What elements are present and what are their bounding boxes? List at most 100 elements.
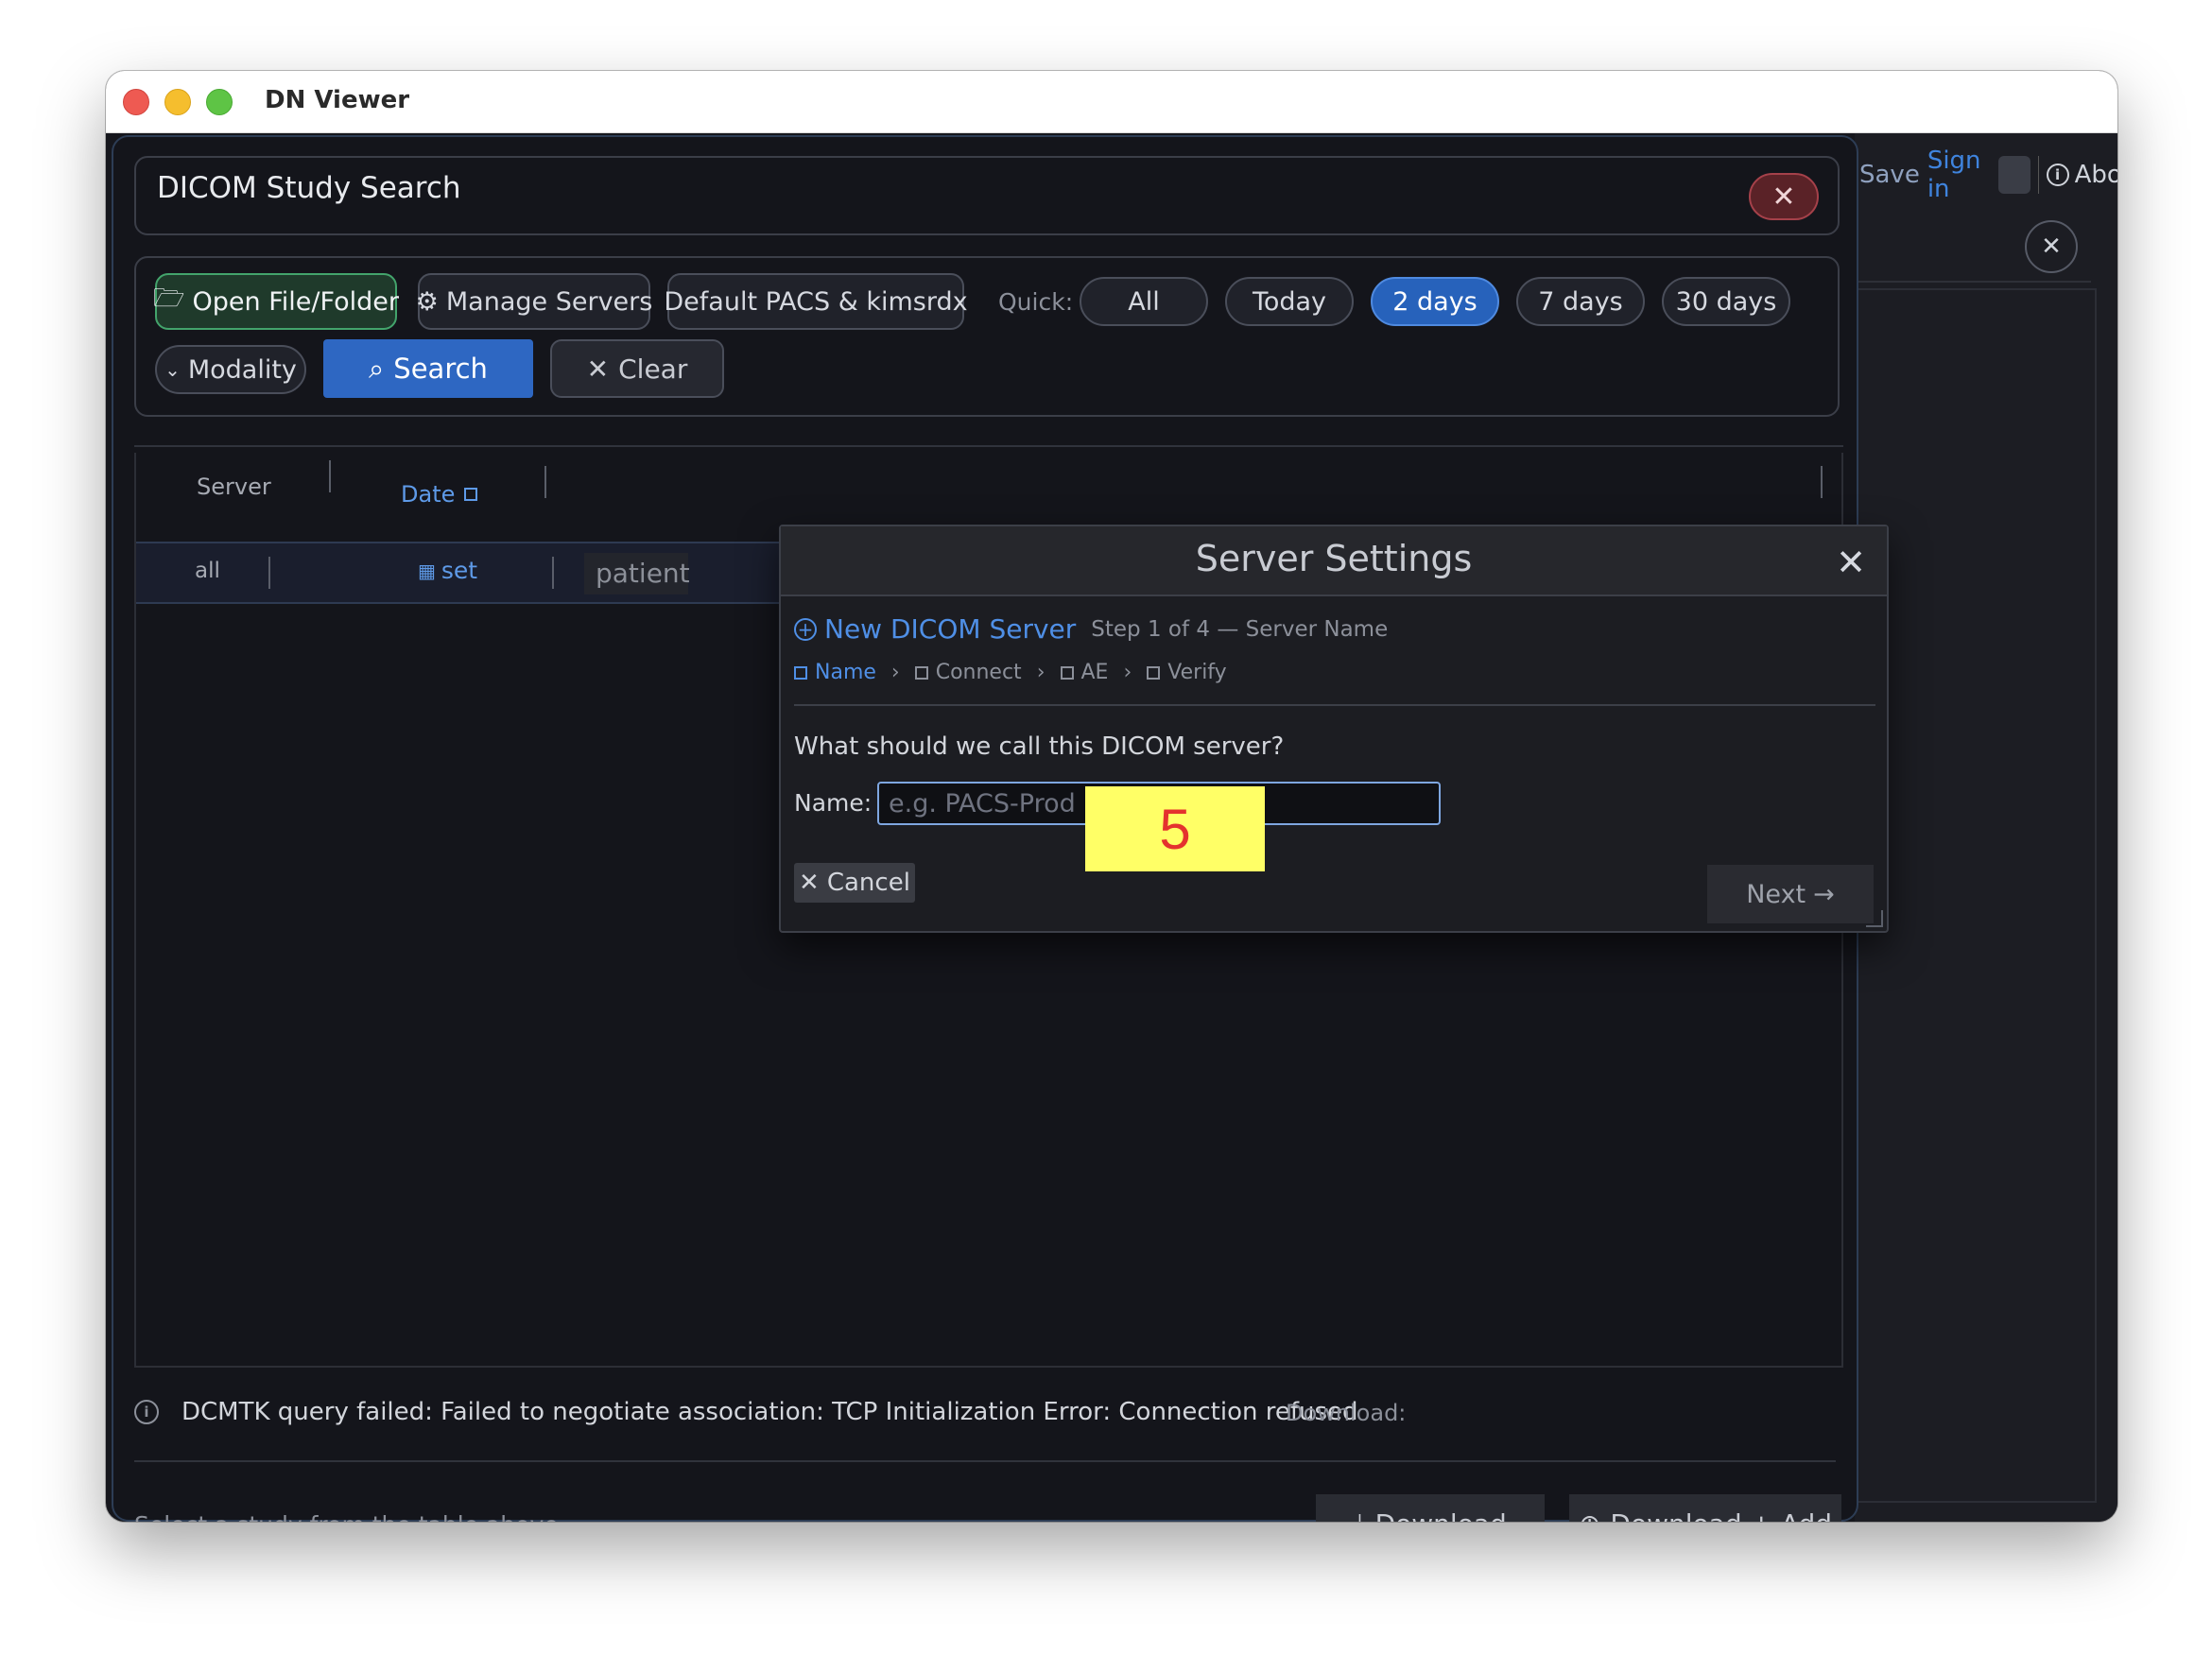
chevron-right-icon: › [1123,661,1132,684]
chevron-right-icon: › [890,661,900,684]
open-file-folder-button[interactable]: 🗁 Open File/Folder [153,273,399,330]
minimize-window-button[interactable] [164,89,191,115]
step-ae-label: AE [1080,661,1109,684]
next-button[interactable]: Next → [1707,865,1874,923]
download-add-button[interactable]: ⊕ Download + Add [1569,1494,1841,1522]
column-header-server[interactable]: Server [197,474,271,500]
status-message: DCMTK query failed: Failed to negotiate … [181,1398,1358,1426]
checkbox-icon [914,665,928,680]
checkbox-icon [794,665,807,680]
step-verify-label: Verify [1167,661,1227,684]
info-icon: i [2046,164,2069,186]
step-name[interactable]: Name [794,661,876,684]
selection-hint: Select a study from the table above [134,1511,559,1522]
checkbox-icon [1060,665,1074,680]
column-divider[interactable] [329,460,331,492]
server-filter[interactable]: all [195,559,220,583]
quick-all-button[interactable]: All [1080,277,1208,326]
save-link[interactable]: Save [1859,161,1920,189]
download-status-label: Download: [1286,1400,1407,1426]
search-icon: ⌕ [369,352,385,385]
server-settings-dialog: Server Settings ✕ + New DICOM Server Ste… [779,525,1889,933]
column-divider[interactable] [544,466,546,498]
info-icon: i [134,1400,159,1424]
title-bar: DN Viewer [106,71,2117,133]
divider [794,704,1875,706]
page-title: DICOM Study Search [157,171,461,205]
modality-dropdown[interactable]: ⌄ Modality [155,345,306,394]
quick-label: Quick: [998,288,1074,316]
account-dropdown[interactable] [1998,156,2031,194]
resize-grip[interactable] [1866,910,1883,927]
zoom-window-button[interactable] [206,89,233,115]
download-button[interactable]: ⤓ Download [1316,1494,1545,1522]
clear-label: Clear [618,353,688,385]
search-button[interactable]: ⌕ Search [323,339,533,398]
annotation-badge: 5 [1085,786,1265,871]
chevron-down-icon: ⌄ [164,358,181,381]
window-title: DN Viewer [265,86,410,114]
background-topbar: Save Sign in i About [1859,146,2117,203]
close-icon: ✕ [799,869,820,897]
date-header-label: Date [401,481,456,508]
wizard-title-label: New DICOM Server [824,613,1077,645]
folder-icon: 🗁 [153,284,185,313]
checkbox-icon [1147,665,1161,680]
column-divider [552,557,554,589]
date-filter-button[interactable]: ▦ set [418,557,477,584]
step-name-label: Name [815,661,876,684]
close-icon: ✕ [586,353,610,385]
download-icon: ⤓ [1354,1508,1365,1522]
close-dialog-button[interactable]: ✕ [1836,542,1866,583]
search-toolbar: 🗁 Open File/Folder ⚙ Manage Servers Defa… [134,256,1840,417]
divider [2037,156,2039,194]
quick-30-days-button[interactable]: 30 days [1662,277,1790,326]
modality-label: Modality [187,354,297,385]
manage-servers-button[interactable]: ⚙ Manage Servers [415,273,653,330]
server-name-question: What should we call this DICOM server? [794,732,1285,761]
dialog-title: Server Settings [1195,538,1473,579]
step-connect[interactable]: Connect [914,661,1022,684]
column-divider[interactable] [1821,466,1823,498]
wizard-title: + New DICOM Server [794,613,1076,645]
wizard-steps: Name › Connect › AE › Verify [794,661,1227,684]
step-verify[interactable]: Verify [1147,661,1227,684]
divider [134,445,1843,447]
clear-button[interactable]: ✕ Clear [550,339,724,398]
download-add-label: Download + Add [1610,1508,1832,1523]
divider [134,1460,1836,1462]
about-button[interactable]: i About [2046,161,2117,189]
background-content [1855,288,2097,1503]
close-search-button[interactable]: ✕ [1749,173,1819,220]
sort-icon [464,488,478,501]
close-window-button[interactable] [123,89,149,115]
wizard-heading: + New DICOM Server Step 1 of 4 — Server … [794,613,1388,645]
cancel-button[interactable]: ✕ Cancel [794,863,915,903]
background-close-button[interactable]: ✕ [2025,220,2078,273]
app-window: DN Viewer Save Sign in i About ✕ DICOM S… [106,71,2117,1522]
calendar-icon: ▦ [418,559,436,582]
server-selector[interactable]: Default PACS & kimsrdx [664,273,968,330]
manage-servers-label: Manage Servers [445,286,653,317]
name-label: Name: [794,789,873,817]
wizard-step-label: Step 1 of 4 — Server Name [1091,616,1389,642]
open-file-folder-label: Open File/Folder [192,286,399,317]
search-header: DICOM Study Search ✕ [134,156,1840,235]
quick-today-button[interactable]: Today [1225,277,1354,326]
next-label: Next [1746,879,1806,909]
quick-7-days-button[interactable]: 7 days [1516,277,1645,326]
add-circle-icon: + [794,617,817,641]
search-label: Search [393,353,488,385]
step-connect-label: Connect [935,661,1022,684]
column-divider [268,557,270,589]
quick-2-days-button[interactable]: 2 days [1371,277,1499,326]
chevron-right-icon: › [1036,661,1046,684]
gear-icon: ⚙ [415,286,439,317]
dialog-header: Server Settings ✕ [781,526,1887,596]
column-header-date[interactable]: Date [401,481,478,508]
sign-in-link[interactable]: Sign in [1927,146,1991,203]
step-ae[interactable]: AE [1060,661,1109,684]
date-filter-label: set [441,557,478,584]
divider [1855,281,2091,283]
patient-filter-input[interactable]: patient [584,553,690,594]
